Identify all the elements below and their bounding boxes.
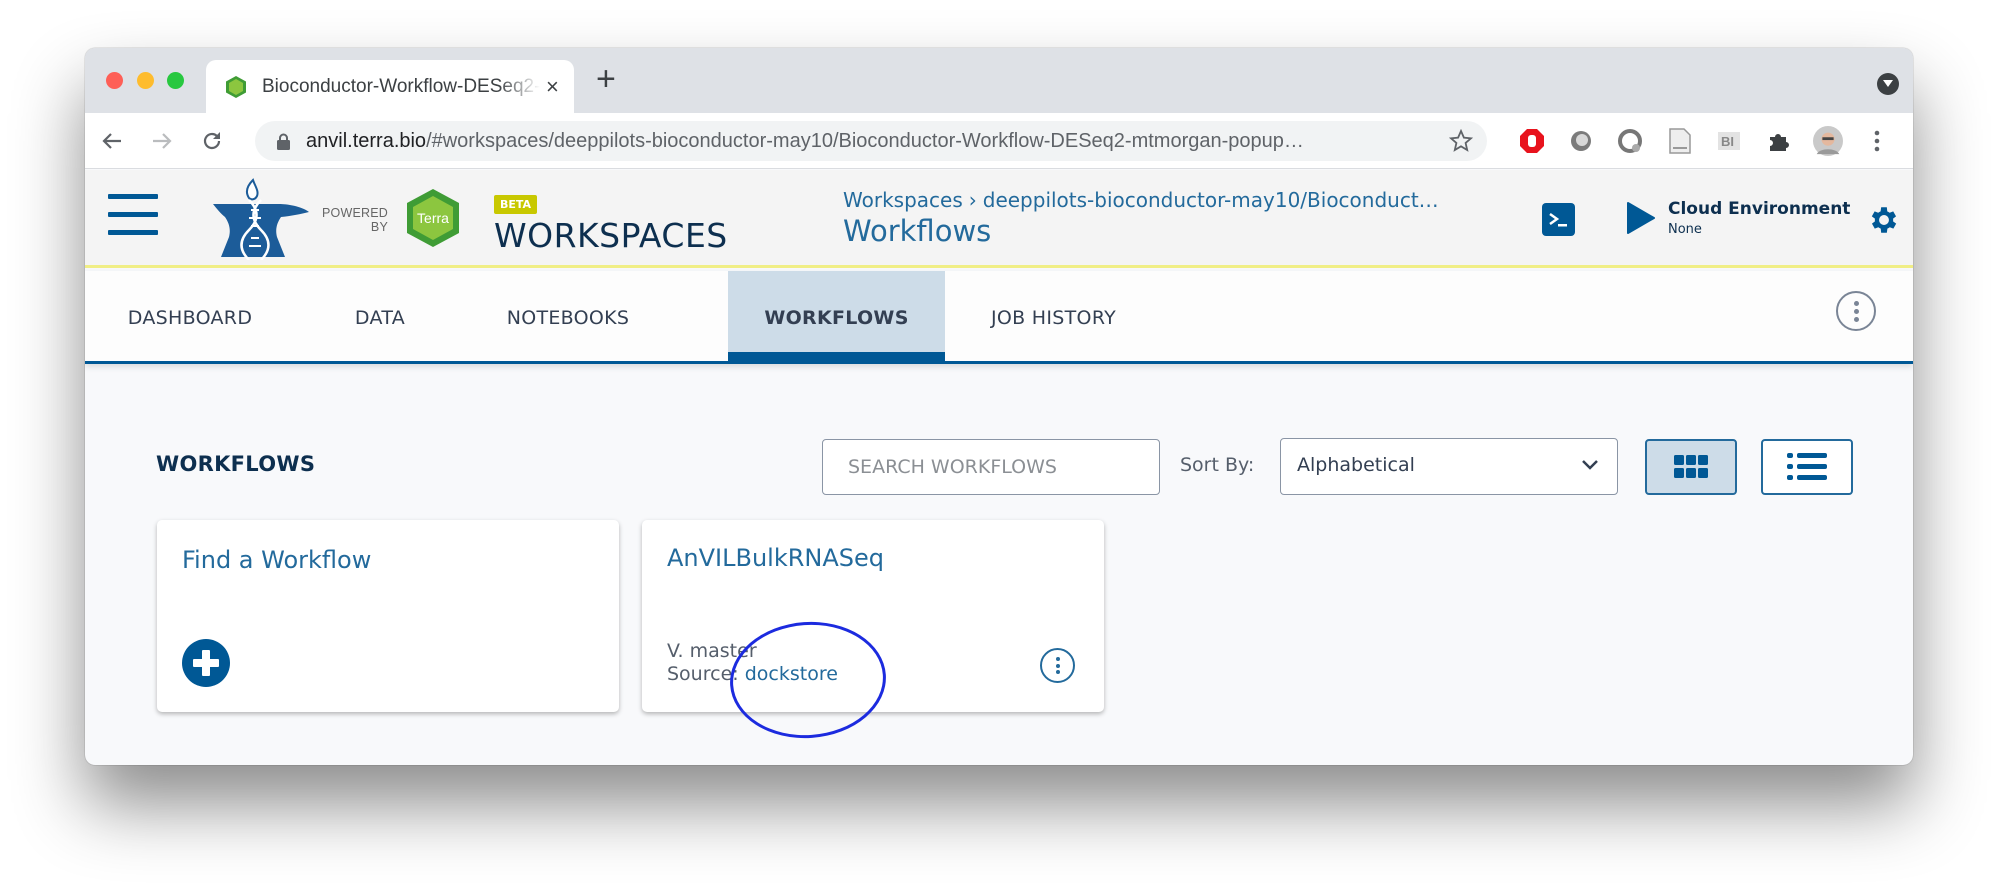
workflow-version: V. master xyxy=(667,640,757,662)
new-tab-button[interactable]: + xyxy=(596,62,616,96)
workflow-card[interactable]: AnVILBulkRNASeq V. master Source: dockst… xyxy=(642,520,1104,712)
tab-title: Bioconductor-Workflow-DESeq2-mtmorgan-po… xyxy=(262,75,540,97)
svg-text:BI: BI xyxy=(1721,134,1734,149)
minimize-window-button[interactable] xyxy=(137,72,154,89)
lock-icon xyxy=(277,133,290,150)
close-window-button[interactable] xyxy=(106,72,123,89)
terminal-icon xyxy=(1549,212,1567,227)
browser-tab-strip: Bioconductor-Workflow-DESeq2-mtmorgan-po… xyxy=(85,48,1913,113)
workspace-tabs: DASHBOARD DATA NOTEBOOKS WORKFLOWS JOB H… xyxy=(85,271,1913,364)
breadcrumb-separator: › xyxy=(968,188,977,212)
arrow-left-icon xyxy=(102,133,121,149)
find-workflow-card[interactable]: Find a Workflow xyxy=(157,520,619,712)
grid-view-button[interactable] xyxy=(1645,439,1737,495)
plus-circle-icon[interactable] xyxy=(182,639,230,687)
terra-logo: Terra xyxy=(407,189,459,247)
reload-button[interactable] xyxy=(197,126,227,156)
chevron-down-icon xyxy=(1582,460,1598,470)
document-extension-icon[interactable] xyxy=(1665,126,1695,156)
sort-by-label: Sort By: xyxy=(1180,454,1255,476)
bi-extension-icon[interactable]: BI xyxy=(1714,126,1744,156)
circle-extension-icon[interactable] xyxy=(1566,126,1596,156)
sort-by-select[interactable]: Alphabetical xyxy=(1280,438,1618,495)
list-view-button[interactable] xyxy=(1761,439,1853,495)
tab-notebooks[interactable]: NOTEBOOKS xyxy=(465,271,671,364)
browser-tab-active[interactable]: Bioconductor-Workflow-DESeq2-mtmorgan-po… xyxy=(206,60,574,113)
tab-workflows[interactable]: WORKFLOWS xyxy=(728,271,945,364)
bookmark-star-icon[interactable] xyxy=(1449,129,1473,153)
breadcrumb-workspace-link[interactable]: deeppilots-bioconductor-may10/Bioconduct… xyxy=(983,188,1439,212)
find-workflow-title: Find a Workflow xyxy=(182,546,372,574)
list-icon xyxy=(1787,453,1827,480)
workflow-name[interactable]: AnVILBulkRNASeq xyxy=(667,544,884,572)
brand-title: WORKSPACES xyxy=(494,216,728,255)
workspace-more-options-button[interactable] xyxy=(1836,291,1876,331)
workflow-source: Source: dockstore xyxy=(667,663,838,685)
url-text: anvil.terra.bio/#workspaces/deeppilots-b… xyxy=(306,129,1304,152)
app-header: POWERED BY Terra BETA WORKSPACES Workspa… xyxy=(85,170,1913,268)
zoom-window-button[interactable] xyxy=(167,72,184,89)
tab-search-button[interactable] xyxy=(1877,73,1899,95)
page-title: Workflows xyxy=(843,214,992,248)
profile-avatar[interactable] xyxy=(1813,126,1843,156)
address-bar[interactable]: anvil.terra.bio/#workspaces/deeppilots-b… xyxy=(255,121,1487,161)
play-icon[interactable] xyxy=(1626,201,1656,235)
back-button[interactable] xyxy=(97,126,127,156)
forward-button[interactable] xyxy=(147,126,177,156)
adblock-icon[interactable] xyxy=(1517,126,1547,156)
triangle-down-icon xyxy=(1883,80,1893,87)
gear-icon[interactable] xyxy=(1867,203,1901,237)
anvil-logo[interactable] xyxy=(211,178,311,260)
puzzle-icon[interactable] xyxy=(1764,126,1794,156)
terminal-button[interactable] xyxy=(1542,203,1575,236)
workflow-card-menu-button[interactable] xyxy=(1040,648,1075,683)
reload-icon xyxy=(203,132,221,150)
hamburger-menu-icon[interactable] xyxy=(108,194,158,235)
terra-hex-icon xyxy=(226,75,246,98)
sort-selected-value: Alphabetical xyxy=(1297,454,1415,476)
breadcrumb-workspaces-link[interactable]: Workspaces xyxy=(843,188,963,212)
kebab-menu-icon[interactable] xyxy=(1862,126,1892,156)
cloud-environment-title[interactable]: Cloud Environment xyxy=(1668,199,1850,219)
tab-dashboard[interactable]: DASHBOARD xyxy=(85,271,295,364)
refresh-extension-icon[interactable] xyxy=(1615,126,1645,156)
tab-job-history[interactable]: JOB HISTORY xyxy=(945,271,1162,364)
powered-by-label: POWERED BY xyxy=(322,206,388,234)
breadcrumb: Workspaces › deeppilots-bioconductor-may10… xyxy=(843,188,1439,212)
beta-badge: BETA xyxy=(494,195,538,214)
grid-icon xyxy=(1674,455,1708,478)
cloud-environment-status: None xyxy=(1668,222,1702,237)
workflows-section-title: WORKFLOWS xyxy=(156,452,316,476)
browser-window: Bioconductor-Workflow-DESeq2-mtmorgan-po… xyxy=(85,48,1913,765)
workflow-source-link[interactable]: dockstore xyxy=(745,663,838,685)
search-workflows-input[interactable] xyxy=(822,439,1160,495)
svg-text:Terra: Terra xyxy=(417,210,449,226)
tab-data[interactable]: DATA xyxy=(295,271,465,364)
browser-toolbar: anvil.terra.bio/#workspaces/deeppilots-b… xyxy=(85,113,1913,169)
arrow-right-icon xyxy=(153,133,172,149)
tab-close-icon[interactable]: × xyxy=(546,74,559,100)
